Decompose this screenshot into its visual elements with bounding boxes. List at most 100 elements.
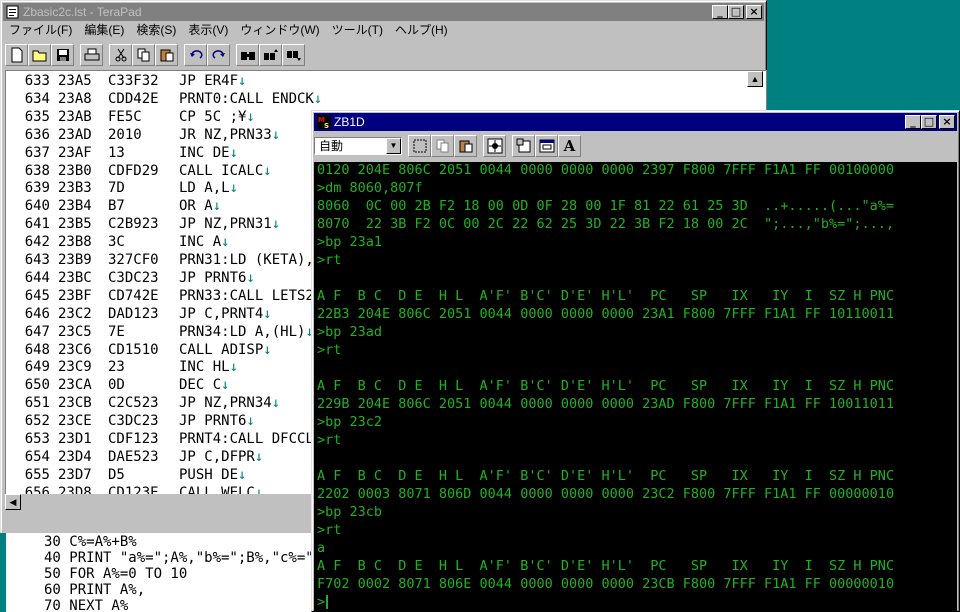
cut-icon[interactable] xyxy=(109,44,132,66)
line-code: INC HL xyxy=(179,359,230,376)
basic-editor[interactable]: 30 C%=A%+B% 40 PRINT "a%=";A%,"b%=";B%,"c… xyxy=(0,533,312,612)
zb1d-maximize-button[interactable]: □ xyxy=(921,115,937,129)
line-code: OR A xyxy=(179,198,213,215)
terminal-line: 0120 204E 806C 2051 0044 0000 0000 0000 … xyxy=(317,162,895,178)
redo-icon[interactable] xyxy=(207,44,230,66)
return-mark: ↓ xyxy=(221,377,230,394)
line-code: JP PRNT6 xyxy=(179,413,247,430)
save-icon[interactable] xyxy=(51,44,74,66)
terminal-line: A F B C D E H L A'F' B'C' D'E' H'L' PC S… xyxy=(317,378,895,394)
close-button[interactable]: × xyxy=(746,5,762,19)
line-address: 23AF xyxy=(58,144,92,161)
line-number: 636 xyxy=(24,126,50,143)
line-address: 23D7 xyxy=(58,466,92,483)
line-hex: CD1510 xyxy=(108,341,159,358)
copy-icon[interactable] xyxy=(132,44,155,66)
line-hex: C33F32 xyxy=(108,73,159,89)
line-code: PRN31:LD (KETA),A xyxy=(179,252,323,268)
terminal-line: >bp 23a1 xyxy=(317,234,383,250)
line-code: JP PRNT6 xyxy=(179,269,247,286)
line-hex: 13 xyxy=(108,144,125,161)
scroll-left-button[interactable]: ◀ xyxy=(5,494,21,510)
terapad-titlebar[interactable]: Zbasic2c.lst - TeraPad _ □ × xyxy=(3,3,764,21)
return-mark: ↓ xyxy=(221,234,230,251)
zb1d-close-button[interactable]: × xyxy=(939,115,955,129)
line-hex: 3C xyxy=(108,234,125,251)
menu-help[interactable]: ヘルプ(H) xyxy=(389,21,454,39)
mode-select-value: 自動 xyxy=(319,139,344,153)
terminal-line: a xyxy=(317,540,326,556)
line-address: 23CE xyxy=(58,413,92,430)
return-mark: ↓ xyxy=(212,198,222,215)
target-icon[interactable] xyxy=(483,135,506,157)
zb1d-toolbar: 自動 ▼ A xyxy=(314,133,581,159)
line-number: 638 xyxy=(24,162,50,179)
undo-icon[interactable] xyxy=(184,44,207,66)
menu-file[interactable]: ファイル(F) xyxy=(3,21,78,39)
line-number: 650 xyxy=(24,377,50,394)
basic-line: 40 PRINT "a%=";A%,"b%=";B%,"c%=";C xyxy=(44,550,312,566)
editor-line: 644 23BC C3DC23 JP PRNT6↓ xyxy=(6,269,255,287)
zb-copy-icon[interactable] xyxy=(431,135,454,157)
print-icon[interactable] xyxy=(80,44,103,66)
return-mark: ↓ xyxy=(246,108,255,125)
line-number: 644 xyxy=(24,269,50,286)
menu-search[interactable]: 検索(S) xyxy=(130,21,182,39)
editor-line: 647 23C5 7E PRN34:LD A,(HL)↓ xyxy=(6,323,314,341)
zb1d-minimize-button[interactable]: _ xyxy=(905,115,921,129)
terminal-cursor xyxy=(326,595,328,609)
find-icon[interactable] xyxy=(236,44,259,66)
zb-paste-icon[interactable] xyxy=(454,135,477,157)
find-next-icon[interactable] xyxy=(282,44,305,66)
font-icon[interactable]: A xyxy=(558,135,581,157)
open-icon[interactable] xyxy=(28,44,51,66)
new-icon[interactable] xyxy=(5,44,28,66)
terminal-line: >rt xyxy=(317,252,342,268)
line-code: JP C,PRNT4 xyxy=(179,305,264,322)
menu-view[interactable]: 表示(V) xyxy=(182,21,234,39)
line-address: 23C5 xyxy=(58,323,92,340)
paste-icon[interactable] xyxy=(155,44,178,66)
terminal-line: A F B C D E H L A'F' B'C' D'E' H'L' PC S… xyxy=(317,468,895,484)
properties-icon[interactable] xyxy=(512,135,535,157)
line-code: LD A,L xyxy=(179,180,230,197)
line-code: PRNT0:CALL ENDCK xyxy=(179,90,314,107)
scroll-up-button[interactable]: ▲ xyxy=(747,71,763,87)
maximize-button[interactable]: □ xyxy=(728,5,744,19)
basic-line: 70 NEXT A% xyxy=(44,598,129,612)
mode-select[interactable]: 自動 ▼ xyxy=(314,137,402,155)
zb1d-window: M S ZB1D _ □ × 自動 ▼ A 0120 204E 806C 205… xyxy=(311,110,960,612)
menu-edit[interactable]: 編集(E) xyxy=(78,21,130,39)
return-mark: ↓ xyxy=(254,448,264,465)
line-hex: 7E xyxy=(108,323,125,340)
return-mark: ↓ xyxy=(271,395,281,412)
zb1d-titlebar[interactable]: M S ZB1D _ □ × xyxy=(314,113,957,131)
line-address: 23B9 xyxy=(58,252,92,268)
minimize-button[interactable]: _ xyxy=(712,5,728,19)
return-mark: ↓ xyxy=(229,144,239,161)
horizontal-scrollbar[interactable]: ◀ xyxy=(5,494,315,510)
line-address: 23B0 xyxy=(58,162,92,179)
line-hex: DAE523 xyxy=(108,448,159,465)
line-code: JR NZ,PRN33 xyxy=(179,126,272,143)
terapad-app-icon xyxy=(6,5,19,19)
editor-line: 650 23CA 0D DEC C↓ xyxy=(6,376,230,394)
line-code: INC A xyxy=(179,234,222,251)
line-hex: 2010 xyxy=(108,126,142,143)
find-prev-icon[interactable] xyxy=(259,44,282,66)
select-icon[interactable] xyxy=(408,135,431,157)
editor-line: 655 23D7 D5 PUSH DE↓ xyxy=(6,466,247,484)
line-code: JP C,DFPR xyxy=(179,448,255,465)
line-hex: 327CF0 xyxy=(108,252,159,268)
chevron-down-icon[interactable]: ▼ xyxy=(386,138,401,154)
debug-terminal[interactable]: 0120 204E 806C 2051 0044 0000 0000 0000 … xyxy=(314,162,957,611)
return-mark: ↓ xyxy=(271,126,281,143)
line-address: 23BC xyxy=(58,269,92,286)
line-hex: CDFD29 xyxy=(108,162,159,179)
line-hex: C2B923 xyxy=(108,216,159,233)
line-number: 647 xyxy=(24,323,50,340)
menu-tools[interactable]: ツール(T) xyxy=(326,21,389,39)
window-icon[interactable] xyxy=(535,135,558,157)
line-number: 639 xyxy=(24,180,50,197)
menu-window[interactable]: ウィンドウ(W) xyxy=(234,21,325,39)
